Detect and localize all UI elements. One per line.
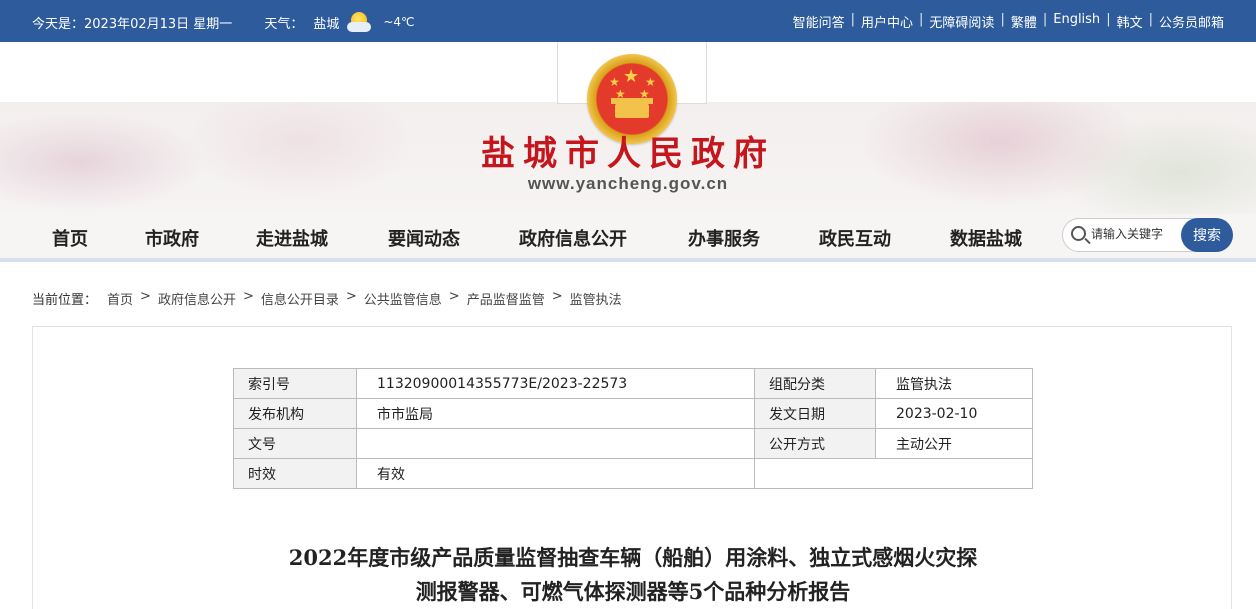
meta-key-validity: 时效 [233, 458, 357, 489]
nav-about-yancheng[interactable]: 走进盐城 [256, 225, 328, 251]
table-row: 发布机构 市市监局 发文日期 2023-02-10 [233, 398, 1033, 429]
nav-interaction[interactable]: 政民互动 [819, 225, 891, 251]
search-input[interactable] [1091, 227, 1181, 241]
content-panel: 索引号 11320900014355773E/2023-22573 组配分类 监… [32, 326, 1232, 609]
temperature: ~4℃ [383, 15, 415, 29]
nav-news[interactable]: 要闻动态 [388, 225, 460, 251]
nav-gov-info-disclosure[interactable]: 政府信息公开 [519, 225, 627, 251]
nav-data-yancheng[interactable]: 数据盐城 [950, 225, 1022, 251]
top-links: 智能问答 | 用户中心 | 无障碍阅读 | 繁體 | English | 韩文 | 公务员邮… [792, 12, 1224, 31]
breadcrumb-public-supervision[interactable]: 公共监管信息 [364, 289, 442, 308]
partly-cloudy-icon [347, 12, 373, 32]
meta-key-index: 索引号 [233, 368, 357, 399]
meta-empty-cell [754, 458, 1033, 489]
nav-home[interactable]: 首页 [52, 225, 88, 251]
meta-key-doc-number: 文号 [233, 428, 357, 459]
meta-value-disclosure: 主动公开 [875, 428, 1033, 459]
date-text: 今天是：2023年02月13日 星期一 [32, 16, 233, 32]
meta-key-disclosure: 公开方式 [754, 428, 876, 459]
document-title: 2022年度市级产品质量监督抽查车辆（船舶）用涂料、独立式感烟火灾探 测报警器、… [183, 541, 1083, 609]
table-row: 索引号 11320900014355773E/2023-22573 组配分类 监… [233, 368, 1033, 399]
meta-key-category: 组配分类 [754, 368, 876, 399]
table-row: 文号 公开方式 主动公开 [233, 428, 1033, 459]
top-bar-left: 今天是：2023年02月13日 星期一 天气： 盐城 ~4℃ [32, 12, 421, 32]
meta-value-date: 2023-02-10 [875, 398, 1033, 429]
top-bar: 今天是：2023年02月13日 星期一 天气： 盐城 ~4℃ 智能问答 | 用户中… [0, 0, 1256, 42]
weather-label: 天气： [264, 16, 304, 32]
search-icon [1071, 226, 1086, 241]
site-title[interactable]: 盐城市人民政府 [0, 126, 1256, 175]
meta-value-publisher: 市市监局 [356, 398, 755, 429]
search-box: 搜索 [1062, 218, 1233, 252]
nav-services[interactable]: 办事服务 [688, 225, 760, 251]
link-user-center[interactable]: 用户中心 [861, 12, 913, 31]
link-korean[interactable]: 韩文 [1117, 12, 1143, 31]
link-traditional-chinese[interactable]: 繁體 [1011, 12, 1037, 31]
meta-value-index: 11320900014355773E/2023-22573 [356, 368, 755, 399]
breadcrumb-product-supervision[interactable]: 产品监督监管 [467, 289, 545, 308]
link-english[interactable]: English [1053, 12, 1100, 31]
breadcrumb-label: 当前位置： [32, 293, 98, 308]
main-nav: 首页 市政府 走进盐城 要闻动态 政府信息公开 办事服务 政民互动 数据盐城 搜… [0, 214, 1256, 262]
weather-city: 盐城 [313, 16, 340, 32]
meta-key-publisher: 发布机构 [233, 398, 357, 429]
breadcrumb: 当前位置： 首页 > 政府信息公开 > 信息公开目录 > 公共监管信息 > 产品监督监管… [32, 289, 622, 308]
search-button[interactable]: 搜索 [1181, 218, 1233, 252]
nav-city-government[interactable]: 市政府 [145, 225, 199, 251]
banner: ★ ★ ★ ★ ★ 盐城市人民政府 www.yancheng.gov.cn [0, 42, 1256, 214]
breadcrumb-enforcement[interactable]: 监管执法 [570, 289, 622, 308]
link-smart-qa[interactable]: 智能问答 [793, 12, 845, 31]
breadcrumb-home[interactable]: 首页 [107, 289, 133, 308]
link-civil-servant-mail[interactable]: 公务员邮箱 [1159, 12, 1224, 31]
document-title-line-1: 2022年度市级产品质量监督抽查车辆（船舶）用涂料、独立式感烟火灾探 [288, 545, 978, 570]
breadcrumb-gov-info[interactable]: 政府信息公开 [158, 289, 236, 308]
meta-key-date: 发文日期 [754, 398, 876, 429]
table-row: 时效 有效 [233, 458, 1033, 489]
metadata-table: 索引号 11320900014355773E/2023-22573 组配分类 监… [233, 368, 1033, 489]
link-accessibility[interactable]: 无障碍阅读 [929, 12, 994, 31]
meta-value-doc-number [356, 428, 755, 459]
site-url: www.yancheng.gov.cn [527, 174, 729, 193]
meta-value-validity: 有效 [356, 458, 755, 489]
meta-value-category: 监管执法 [875, 368, 1033, 399]
breadcrumb-info-catalog[interactable]: 信息公开目录 [261, 289, 339, 308]
document-title-line-2: 测报警器、可燃气体探测器等5个品种分析报告 [415, 579, 851, 604]
